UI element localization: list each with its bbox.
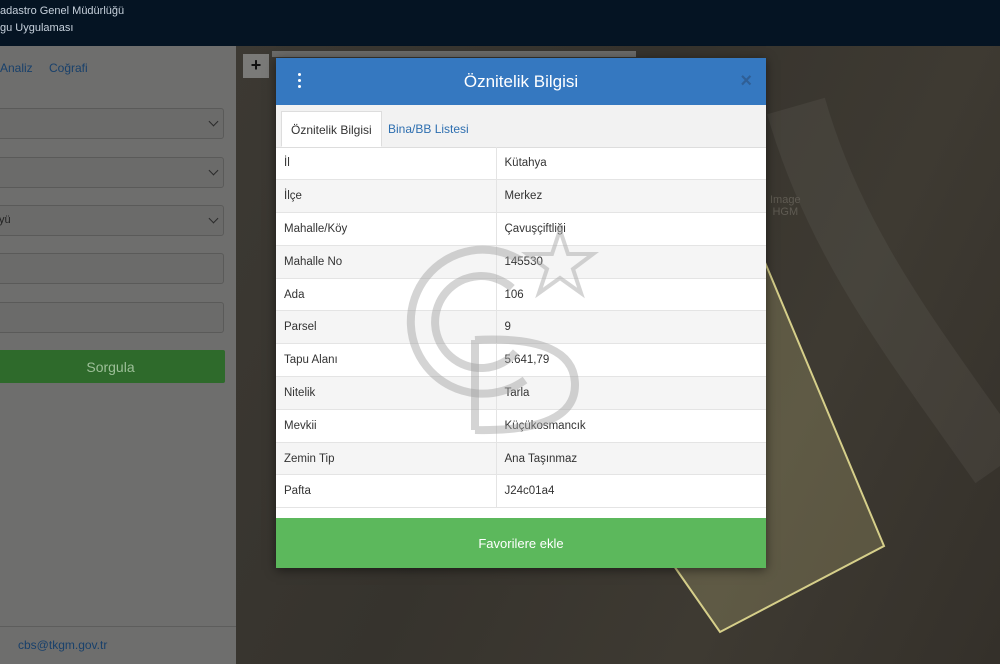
org-name: adastro Genel Müdürlüğü [0, 5, 125, 17]
attribute-key: Mevkii [276, 409, 497, 443]
attribute-key: Tapu Alanı [276, 343, 497, 378]
attribute-row: Pafta J24c01a4 [276, 474, 766, 509]
attribute-value: 106 [496, 278, 766, 312]
attribute-value: Kütahya [496, 147, 766, 181]
nav-analiz[interactable]: Analiz [0, 61, 33, 75]
attribute-table: İl Kütahya İlçe Merkez Mahalle/Köy Çavuşçiftl… [276, 147, 766, 509]
attribute-value: Merkez [496, 179, 766, 214]
attribute-row: Zemin Tip Ana Taşınmaz [276, 442, 766, 476]
tab-oznitelik[interactable]: Öznitelik Bilgisi [281, 111, 382, 147]
nav-cografi[interactable]: Coğrafi [49, 61, 88, 75]
attribute-value: 145530 [496, 245, 766, 279]
map-attribution: Image HGM [770, 194, 801, 218]
attribute-key: Mahalle/Köy [276, 212, 497, 246]
attribute-row: Parsel 9 [276, 310, 766, 345]
parsel-input[interactable] [0, 302, 224, 333]
select-mahalle-value: yü [0, 214, 11, 226]
attribute-row: Mahalle/Köy Çavuşçiftliği [276, 212, 766, 246]
add-favorite-button[interactable]: Favorilere ekle [276, 518, 766, 568]
attribute-row: Mahalle No 145530 [276, 245, 766, 279]
attribute-key: Zemin Tip [276, 442, 497, 476]
close-icon[interactable]: × [740, 70, 752, 93]
attribute-value: 5.641,79 [496, 343, 766, 378]
attribute-key: Pafta [276, 474, 497, 509]
attribute-value: Tarla [496, 376, 766, 410]
map-attribution-line1: Image [770, 194, 801, 206]
attribute-row: İlçe Merkez [276, 179, 766, 214]
map-attribution-line2: HGM [772, 206, 799, 218]
select-mahalle[interactable]: yü [0, 205, 224, 236]
attribute-row: Ada 106 [276, 278, 766, 312]
query-button[interactable]: Sorgula [0, 350, 225, 383]
attribute-row: Mevkii Küçükosmancık [276, 409, 766, 443]
attribute-value: J24c01a4 [496, 474, 766, 509]
select-il[interactable] [0, 108, 224, 139]
contact-email-link[interactable]: cbs@tkgm.gov.tr [18, 638, 107, 652]
attribute-row: Tapu Alanı 5.641,79 [276, 343, 766, 378]
app-subtitle: gu Uygulaması [0, 22, 74, 34]
sidebar: Analiz Coğrafi yü Sorgula cbs@tkgm.gov.t… [0, 46, 236, 664]
attribute-key: İlçe [276, 179, 497, 214]
chevron-down-icon [208, 165, 219, 176]
sidebar-divider [0, 626, 236, 627]
select-ilce[interactable] [0, 157, 224, 188]
dialog-title: Öznitelik Bilgisi [463, 72, 579, 91]
map-toolbar [272, 51, 636, 57]
attribute-value: 9 [496, 310, 766, 345]
attribute-value: Küçükosmancık [496, 409, 766, 443]
attribute-key: Parsel [276, 310, 497, 345]
ada-input[interactable] [0, 253, 224, 284]
attribute-dialog: Öznitelik Bilgisi × Öznitelik Bilgisi Bi… [276, 58, 766, 568]
attribute-key: Nitelik [276, 376, 497, 410]
chevron-down-icon [208, 213, 219, 224]
attribute-key: İl [276, 147, 497, 181]
chevron-down-icon [208, 116, 219, 127]
attribute-value: Ana Taşınmaz [496, 442, 766, 476]
zoom-in-button[interactable]: + [243, 54, 269, 78]
attribute-key: Mahalle No [276, 245, 497, 279]
tab-bina-listesi[interactable]: Bina/BB Listesi [379, 111, 478, 147]
attribute-key: Ada [276, 278, 497, 312]
dialog-tabs: Öznitelik Bilgisi Bina/BB Listesi [276, 105, 766, 148]
attribute-row: Nitelik Tarla [276, 376, 766, 410]
dialog-header: Öznitelik Bilgisi × [276, 58, 766, 105]
app-header: adastro Genel Müdürlüğü gu Uygulaması [0, 0, 1000, 46]
attribute-row: İl Kütahya [276, 147, 766, 181]
attribute-value: Çavuşçiftliği [496, 212, 766, 246]
